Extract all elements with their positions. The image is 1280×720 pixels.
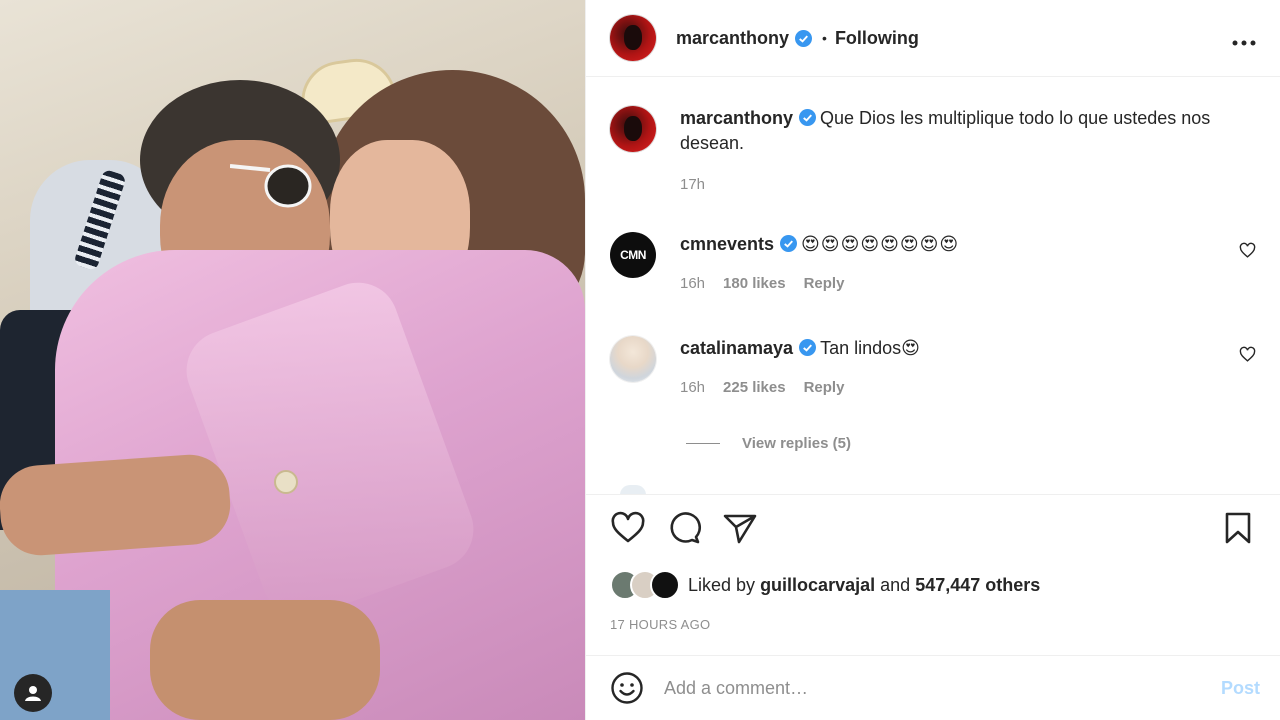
liker-avatars[interactable]	[610, 570, 682, 600]
comment-likes[interactable]: 225 likes	[723, 379, 786, 396]
likes-summary: Liked by guillocarvajal and 547,447 othe…	[610, 570, 1040, 600]
verified-badge-icon	[799, 339, 817, 356]
post-header: marcanthony • Following	[586, 0, 1280, 77]
comment-item: catalinamaya Tan lindos😍 16h 225 likes Re…	[610, 336, 1256, 396]
view-replies-button[interactable]: View replies (5)	[686, 435, 851, 452]
comments-list[interactable]: marcanthony Que Dios les multiplique todo…	[586, 77, 1280, 495]
commenter-avatar[interactable]: CMN	[610, 232, 656, 278]
comment-username[interactable]: catalinamaya	[680, 338, 793, 358]
author-username[interactable]: marcanthony	[676, 28, 789, 49]
bookmark-icon[interactable]	[1220, 510, 1256, 546]
next-comment-avatar	[620, 485, 646, 494]
liked-by-prefix: Liked by	[688, 574, 756, 595]
more-options-icon[interactable]	[1232, 26, 1256, 52]
verified-badge-icon	[780, 235, 798, 252]
comment-text: Tan lindos😍	[820, 338, 920, 358]
author-avatar[interactable]	[610, 15, 656, 61]
comment-username[interactable]: cmnevents	[680, 234, 774, 254]
comment-text: 😍😍😍😍😍😍😍😍	[801, 234, 960, 254]
caption-avatar[interactable]	[610, 106, 656, 152]
paper-plane-icon[interactable]	[722, 510, 758, 546]
separator-dot: •	[822, 30, 827, 46]
heart-icon[interactable]	[610, 510, 646, 546]
comment-time[interactable]: 16h	[680, 379, 705, 396]
view-replies-label: View replies (5)	[742, 435, 851, 452]
comment-like-icon[interactable]	[1239, 346, 1256, 363]
post-photo[interactable]	[0, 0, 585, 720]
likes-count[interactable]: 547,447 others	[915, 575, 1040, 596]
sunglasses	[230, 164, 312, 208]
commenter-avatar[interactable]	[610, 336, 656, 382]
comment-input[interactable]	[664, 677, 1184, 699]
caption: marcanthony Que Dios les multiplique todo…	[610, 106, 1256, 193]
replies-divider	[686, 443, 720, 444]
reply-button[interactable]: Reply	[804, 275, 845, 292]
verified-badge-icon	[795, 29, 813, 47]
caption-username[interactable]: marcanthony	[680, 108, 793, 128]
post-timestamp[interactable]: 17 HOURS AGO	[610, 617, 710, 632]
comment-icon[interactable]	[666, 510, 702, 546]
reply-button[interactable]: Reply	[804, 379, 845, 396]
post-comment-button[interactable]: Post	[1221, 678, 1260, 699]
liked-by-and: and	[880, 574, 911, 595]
liked-by-user[interactable]: guillocarvajal	[760, 575, 875, 596]
caption-time[interactable]: 17h	[680, 176, 705, 193]
following-button[interactable]: Following	[835, 28, 919, 49]
post-sidebar: marcanthony • Following marcanthony Que D…	[585, 0, 1280, 720]
verified-badge-icon	[799, 109, 817, 126]
comment-time[interactable]: 16h	[680, 275, 705, 292]
smiley-icon[interactable]	[610, 671, 644, 705]
comment-item: CMN cmnevents 😍😍😍😍😍😍😍😍 16h 180 likes Repl…	[610, 232, 1256, 292]
action-bar	[610, 510, 1256, 550]
add-comment-bar: Post	[586, 655, 1280, 720]
comment-likes[interactable]: 180 likes	[723, 275, 786, 292]
tagged-user-icon[interactable]	[14, 674, 52, 712]
comment-like-icon[interactable]	[1239, 242, 1256, 259]
